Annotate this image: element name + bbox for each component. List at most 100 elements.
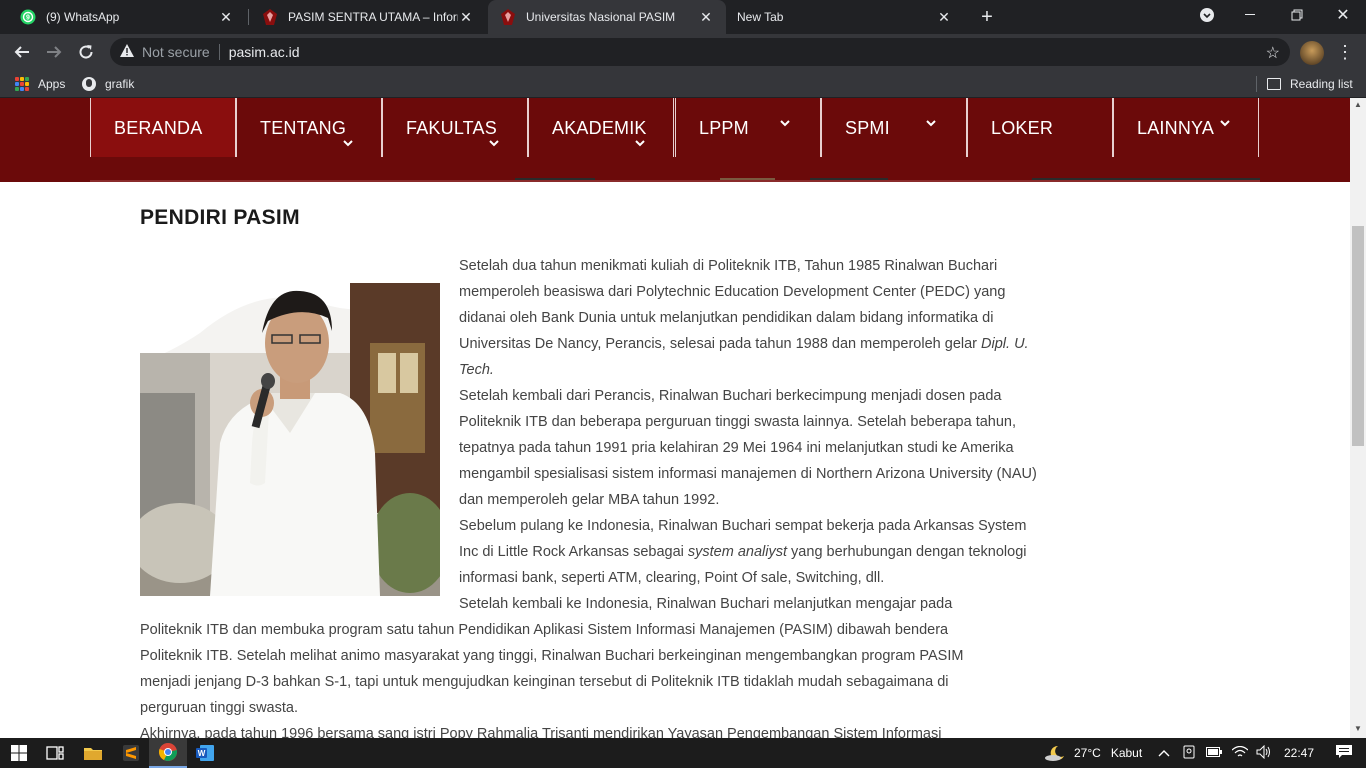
moon-cloud-icon: [1045, 745, 1064, 761]
nav-beranda[interactable]: BERANDA: [90, 98, 236, 157]
chevron-up-icon[interactable]: [1158, 746, 1172, 760]
chevron-down-icon: [1220, 118, 1230, 130]
bookmarks-divider: [1256, 76, 1257, 92]
arrow-left-icon: [14, 46, 29, 58]
paragraph-return: Politeknik ITB dan membuka program satu …: [140, 622, 964, 716]
scroll-up-icon[interactable]: ▲: [1350, 98, 1366, 112]
nav-lppm[interactable]: LPPM: [675, 98, 821, 157]
scroll-down-icon[interactable]: ▼: [1350, 722, 1366, 736]
close-tab-icon[interactable]: ✕: [936, 9, 952, 25]
start-button[interactable]: [0, 738, 38, 768]
chevron-down-icon: [343, 138, 353, 150]
new-tab-button[interactable]: +: [976, 6, 998, 28]
nav-label: SPMI: [845, 118, 890, 138]
paragraph-career: Setelah kembali dari Perancis, Rinalwan …: [459, 388, 1037, 508]
url-text[interactable]: pasim.ac.id: [229, 44, 300, 60]
close-window-button[interactable]: ✕: [1320, 0, 1366, 30]
main-navigation: BERANDA TENTANG FAKULTAS AKADEMIK LPPM S…: [0, 98, 1350, 182]
banner-strip: [1032, 178, 1260, 182]
word-icon: W: [196, 745, 214, 761]
nav-lainnya[interactable]: LAINNYA: [1113, 98, 1259, 157]
windows-logo-icon: [11, 745, 27, 761]
security-status[interactable]: Not secure: [142, 44, 210, 60]
word-button[interactable]: W: [186, 738, 224, 768]
chrome-menu-button[interactable]: ⋮: [1336, 38, 1354, 66]
wifi-icon[interactable]: [1231, 745, 1249, 761]
paragraph-text: Setelah dua tahun menikmati kuliah di Po…: [459, 258, 1006, 352]
tab-title: Universitas Nasional PASIM: [526, 10, 676, 24]
close-tab-icon[interactable]: ✕: [698, 9, 714, 25]
job-title: system analiyst: [687, 544, 788, 560]
file-explorer-button[interactable]: [74, 738, 112, 768]
sublime-text-button[interactable]: [112, 738, 150, 768]
chevron-down-icon: [489, 138, 499, 150]
reading-list-button[interactable]: Reading list: [1267, 70, 1353, 98]
chevron-down-icon: [926, 118, 936, 130]
svg-text:9: 9: [26, 15, 30, 22]
temperature: 27°C: [1074, 746, 1101, 760]
notification-icon[interactable]: [1336, 744, 1353, 762]
paragraph-foundation: Akhirnya, pada tahun 1996 bersama sang i…: [140, 726, 942, 738]
pasim-logo-icon: [500, 9, 516, 25]
nav-fakultas[interactable]: FAKULTAS: [382, 98, 528, 157]
scrollbar-thumb[interactable]: [1352, 226, 1364, 446]
chevron-down-icon: [780, 118, 790, 130]
web-page: BERANDA TENTANG FAKULTAS AKADEMIK LPPM S…: [0, 98, 1350, 738]
tab-pasim-sentra[interactable]: PASIM SENTRA UTAMA – Informasi ✕: [250, 0, 486, 34]
chrome-icon: [159, 743, 177, 761]
sublime-text-icon: [123, 745, 139, 761]
bookmark-apps[interactable]: Apps: [15, 70, 65, 98]
chrome-taskbar-button[interactable]: [149, 738, 187, 768]
minimize-button[interactable]: [1228, 0, 1274, 30]
forward-button[interactable]: [40, 38, 68, 66]
page-scrollbar[interactable]: ▲ ▼: [1350, 98, 1366, 738]
bookmark-label: Apps: [38, 77, 66, 91]
browser-tab-strip: 9 (9) WhatsApp ✕ PASIM SENTRA UTAMA – In…: [0, 0, 1366, 34]
close-icon: ✕: [1336, 7, 1350, 24]
tab-search-button[interactable]: [1184, 0, 1230, 30]
task-view-icon: [46, 746, 64, 760]
back-button[interactable]: [8, 38, 36, 66]
tab-universitas-pasim[interactable]: Universitas Nasional PASIM ✕: [488, 0, 726, 34]
address-bar[interactable]: Not secure pasim.ac.id ☆: [110, 38, 1290, 66]
nav-akademik[interactable]: AKADEMIK: [528, 98, 674, 157]
chevron-down-icon: [635, 138, 645, 150]
bookmark-grafik[interactable]: grafik: [82, 70, 134, 98]
weather-widget[interactable]: 27°C Kabut: [1044, 738, 1142, 768]
reload-button[interactable]: [72, 38, 100, 66]
reload-icon: [79, 45, 93, 59]
tab-title: New Tab: [737, 10, 784, 24]
minimize-icon: [1245, 14, 1255, 15]
whatsapp-icon: 9: [20, 9, 36, 25]
banner-strip: [515, 178, 595, 182]
chevron-down-circle-icon: [1200, 8, 1214, 22]
address-divider: [218, 44, 220, 60]
bookmark-star-icon[interactable]: ☆: [1266, 43, 1280, 63]
webcam-icon[interactable]: [1182, 745, 1196, 762]
nav-loker[interactable]: LOKER: [967, 98, 1113, 157]
pasim-logo-icon: [262, 9, 278, 25]
tab-title: PASIM SENTRA UTAMA – Informasi: [288, 10, 458, 24]
banner-strip: [720, 178, 775, 182]
clock-time[interactable]: 22:47: [1284, 746, 1314, 760]
volume-icon[interactable]: [1256, 744, 1272, 762]
close-tab-icon[interactable]: ✕: [458, 9, 474, 25]
nav-tentang[interactable]: TENTANG: [236, 98, 382, 157]
tab-whatsapp[interactable]: 9 (9) WhatsApp ✕: [8, 0, 246, 34]
arrow-right-icon: [47, 46, 62, 58]
tab-title: (9) WhatsApp: [46, 10, 120, 24]
reading-list-icon: [1267, 78, 1281, 90]
nav-label: AKADEMIK: [552, 118, 647, 138]
close-tab-icon[interactable]: ✕: [218, 9, 234, 25]
restore-button[interactable]: [1274, 0, 1320, 30]
nav-label: FAKULTAS: [406, 118, 497, 138]
system-tray: 22:47: [1158, 738, 1353, 768]
globe-icon: [82, 77, 96, 91]
folder-icon: [84, 748, 102, 760]
profile-avatar[interactable]: [1300, 41, 1324, 65]
task-view-button[interactable]: [36, 738, 74, 768]
battery-icon[interactable]: [1206, 746, 1222, 760]
banner-strip: [810, 178, 888, 182]
nav-spmi[interactable]: SPMI: [821, 98, 967, 157]
tab-new-tab[interactable]: New Tab ✕: [726, 0, 964, 34]
